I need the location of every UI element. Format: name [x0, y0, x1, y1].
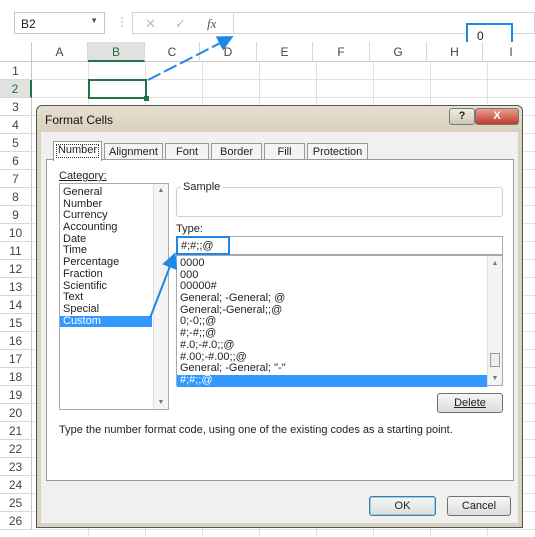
arrow-cell-to-formula: [147, 36, 234, 81]
arrow-custom-to-type: [149, 252, 178, 319]
annotation-arrows: [147, 36, 234, 319]
tab-number[interactable]: Number: [53, 141, 102, 161]
